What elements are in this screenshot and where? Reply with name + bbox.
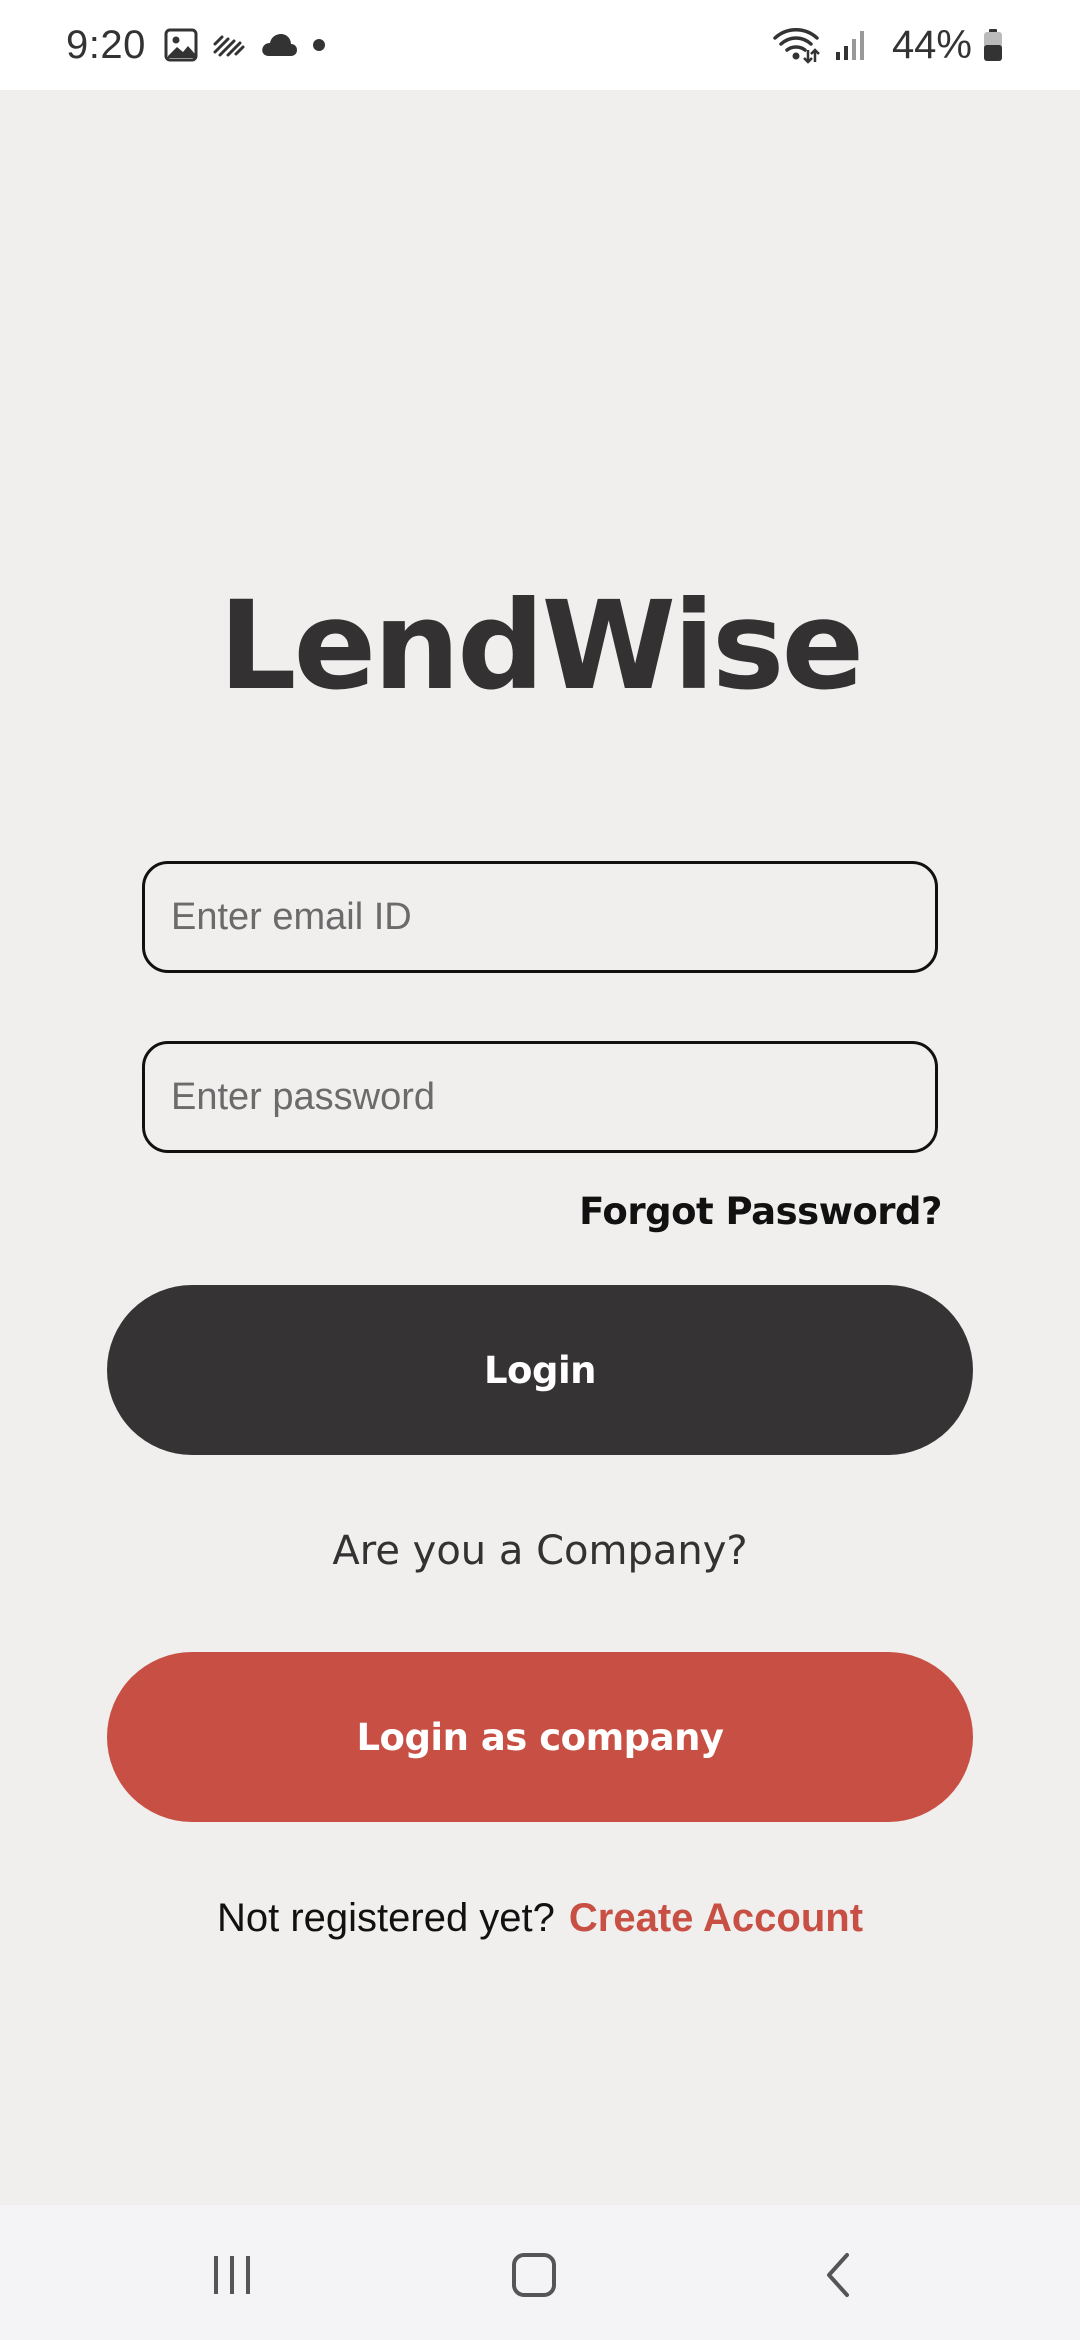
wifi-icon	[772, 26, 820, 64]
signal-icon	[834, 28, 868, 62]
status-left: 9:20	[66, 23, 340, 68]
status-bar: 9:20 44%	[0, 0, 1080, 90]
register-prompt: Not registered yet?	[216, 1896, 555, 1940]
activity-icon	[212, 30, 246, 60]
home-icon[interactable]	[494, 2245, 574, 2305]
battery-percent: 44%	[891, 22, 972, 67]
forgot-password-link[interactable]: Forgot Password?	[579, 1190, 942, 1233]
login-as-company-button[interactable]: Login as company	[107, 1652, 973, 1822]
login-button[interactable]: Login	[107, 1285, 973, 1455]
login-screen: 9:20 44% LendWise Enter email ID Forgot …	[0, 0, 1080, 2340]
status-time: 9:20	[66, 22, 146, 67]
back-icon[interactable]	[798, 2245, 878, 2305]
system-nav-bar	[0, 2205, 1080, 2340]
email-field[interactable]	[142, 861, 938, 973]
password-field[interactable]	[142, 1041, 938, 1153]
company-question: Are you a Company?	[332, 1528, 748, 1574]
register-row: Not registered yet? Create Account	[0, 1896, 1080, 1941]
create-account-link[interactable]: Create Account	[569, 1896, 863, 1941]
status-right: 44%	[772, 23, 1018, 68]
cloud-icon	[260, 32, 298, 58]
app-title: LendWise	[218, 575, 864, 717]
recents-icon[interactable]	[192, 2245, 272, 2305]
dot-icon	[312, 38, 326, 52]
gallery-icon	[164, 28, 198, 62]
battery-icon	[982, 28, 1004, 62]
